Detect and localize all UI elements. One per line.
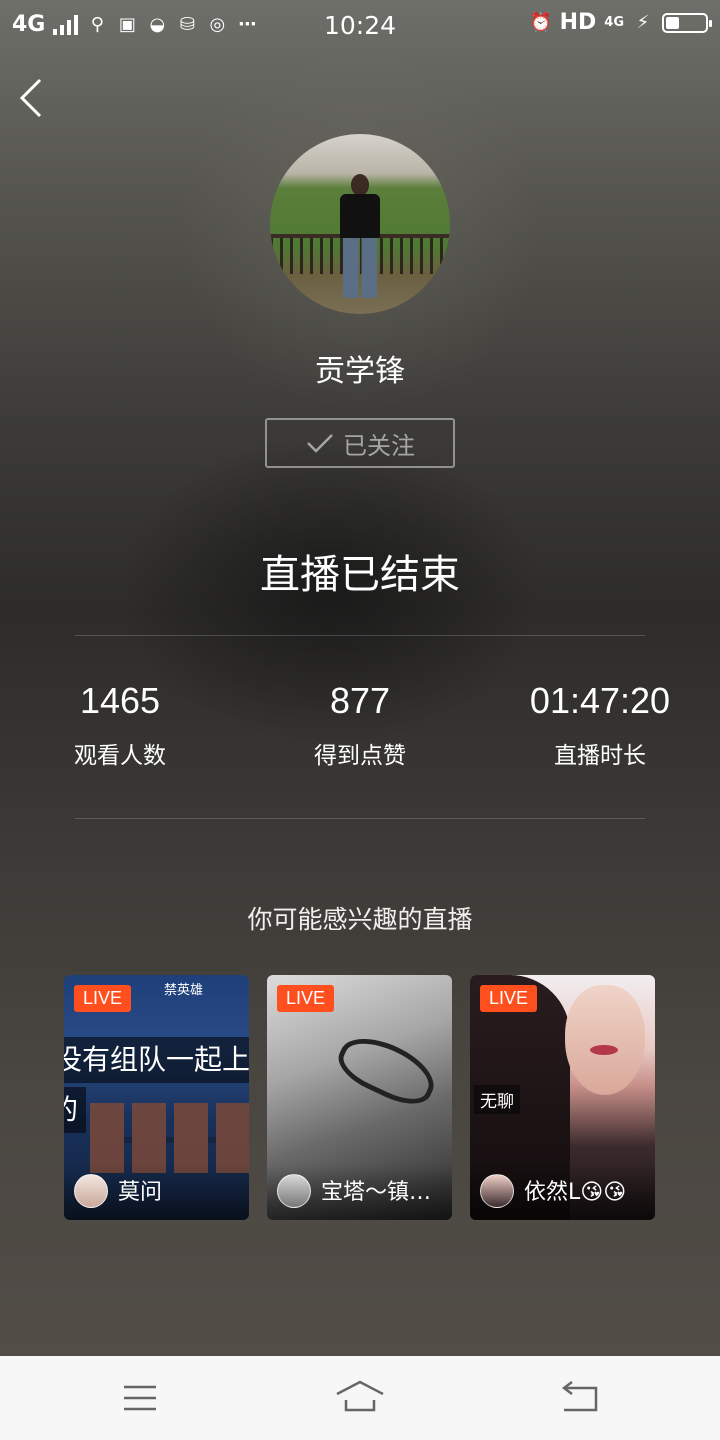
checkmark-icon <box>307 434 333 453</box>
streamer-name: 贡学锋 <box>315 354 405 389</box>
charging-icon: ⚡ <box>636 11 650 33</box>
stat-label: 得到点赞 <box>314 743 406 769</box>
card-photo-lips <box>590 1045 618 1055</box>
stream-stats: 1465 观看人数 877 得到点赞 01:47:20 直播时长 <box>0 680 720 790</box>
avatar-person-legs <box>343 238 377 298</box>
card-game-tiles <box>90 1103 249 1173</box>
live-badge: LIVE <box>480 985 538 1012</box>
alarm-icon: ⏰ <box>529 11 553 33</box>
follow-button-label: 已关注 <box>343 431 415 460</box>
card-streamer-name: 依然L😘😘 <box>524 1180 627 1205</box>
card-avatar <box>277 1174 311 1208</box>
live-badge: LIVE <box>74 985 132 1012</box>
card-overlay-text: 没有组队一起上 <box>64 1037 249 1083</box>
follow-button[interactable]: 已关注 <box>265 418 455 468</box>
recommend-card[interactable]: 禁英雄 没有组队一起上 的 LIVE 莫问 <box>64 975 249 1220</box>
card-photo-glasses <box>331 1026 443 1114</box>
card-streamer-name: 宝塔～镇… <box>321 1180 432 1205</box>
divider-bottom <box>75 818 645 819</box>
stat-label: 直播时长 <box>554 743 646 769</box>
card-avatar <box>74 1174 108 1208</box>
card-tag: 无聊 <box>474 1085 520 1114</box>
divider-top <box>75 635 645 636</box>
streamer-avatar[interactable] <box>270 134 450 314</box>
live-badge: LIVE <box>277 985 335 1012</box>
card-streamer-name: 莫问 <box>118 1180 163 1205</box>
home-icon <box>336 1380 384 1412</box>
network-type-small: 4G <box>604 15 624 30</box>
recommend-card[interactable]: LIVE 宝塔～镇… <box>267 975 452 1220</box>
chevron-left-icon <box>19 78 42 118</box>
stat-value: 01:47:20 <box>529 680 671 721</box>
system-back-button[interactable] <box>550 1376 610 1420</box>
menu-icon <box>124 1385 156 1411</box>
status-right: ⏰ HD 4G ⚡ <box>529 10 712 35</box>
stat-value: 1465 <box>79 680 161 721</box>
status-bar: 4G ⚲ ▣ ◒ ⛁ ◎ ⋯ 10:24 ⏰ HD 4G ⚡ <box>0 0 720 50</box>
card-top-label: 禁英雄 <box>164 983 204 998</box>
system-navbar <box>0 1356 720 1440</box>
home-button[interactable] <box>330 1376 390 1420</box>
hd-label: HD <box>559 10 597 35</box>
recommend-card[interactable]: 无聊 LIVE 依然L😘😘 <box>470 975 655 1220</box>
battery-fill <box>666 16 679 29</box>
back-icon <box>561 1381 598 1412</box>
stat-likes: 877 得到点赞 <box>240 680 480 770</box>
menu-button[interactable] <box>110 1376 170 1420</box>
avatar-person-head <box>351 174 369 196</box>
stream-ended-title: 直播已结束 <box>260 552 460 598</box>
stat-value: 877 <box>329 680 391 721</box>
back-button[interactable] <box>14 72 54 124</box>
card-overlay-text-2: 的 <box>64 1087 86 1133</box>
card-photo-face <box>565 985 645 1095</box>
stat-duration: 01:47:20 直播时长 <box>480 680 720 770</box>
avatar-person-body <box>340 194 380 238</box>
stat-label: 观看人数 <box>74 743 166 769</box>
recommend-title: 你可能感兴趣的直播 <box>247 905 473 934</box>
battery-icon <box>662 12 712 33</box>
card-avatar <box>480 1174 514 1208</box>
stat-viewers: 1465 观看人数 <box>0 680 240 770</box>
